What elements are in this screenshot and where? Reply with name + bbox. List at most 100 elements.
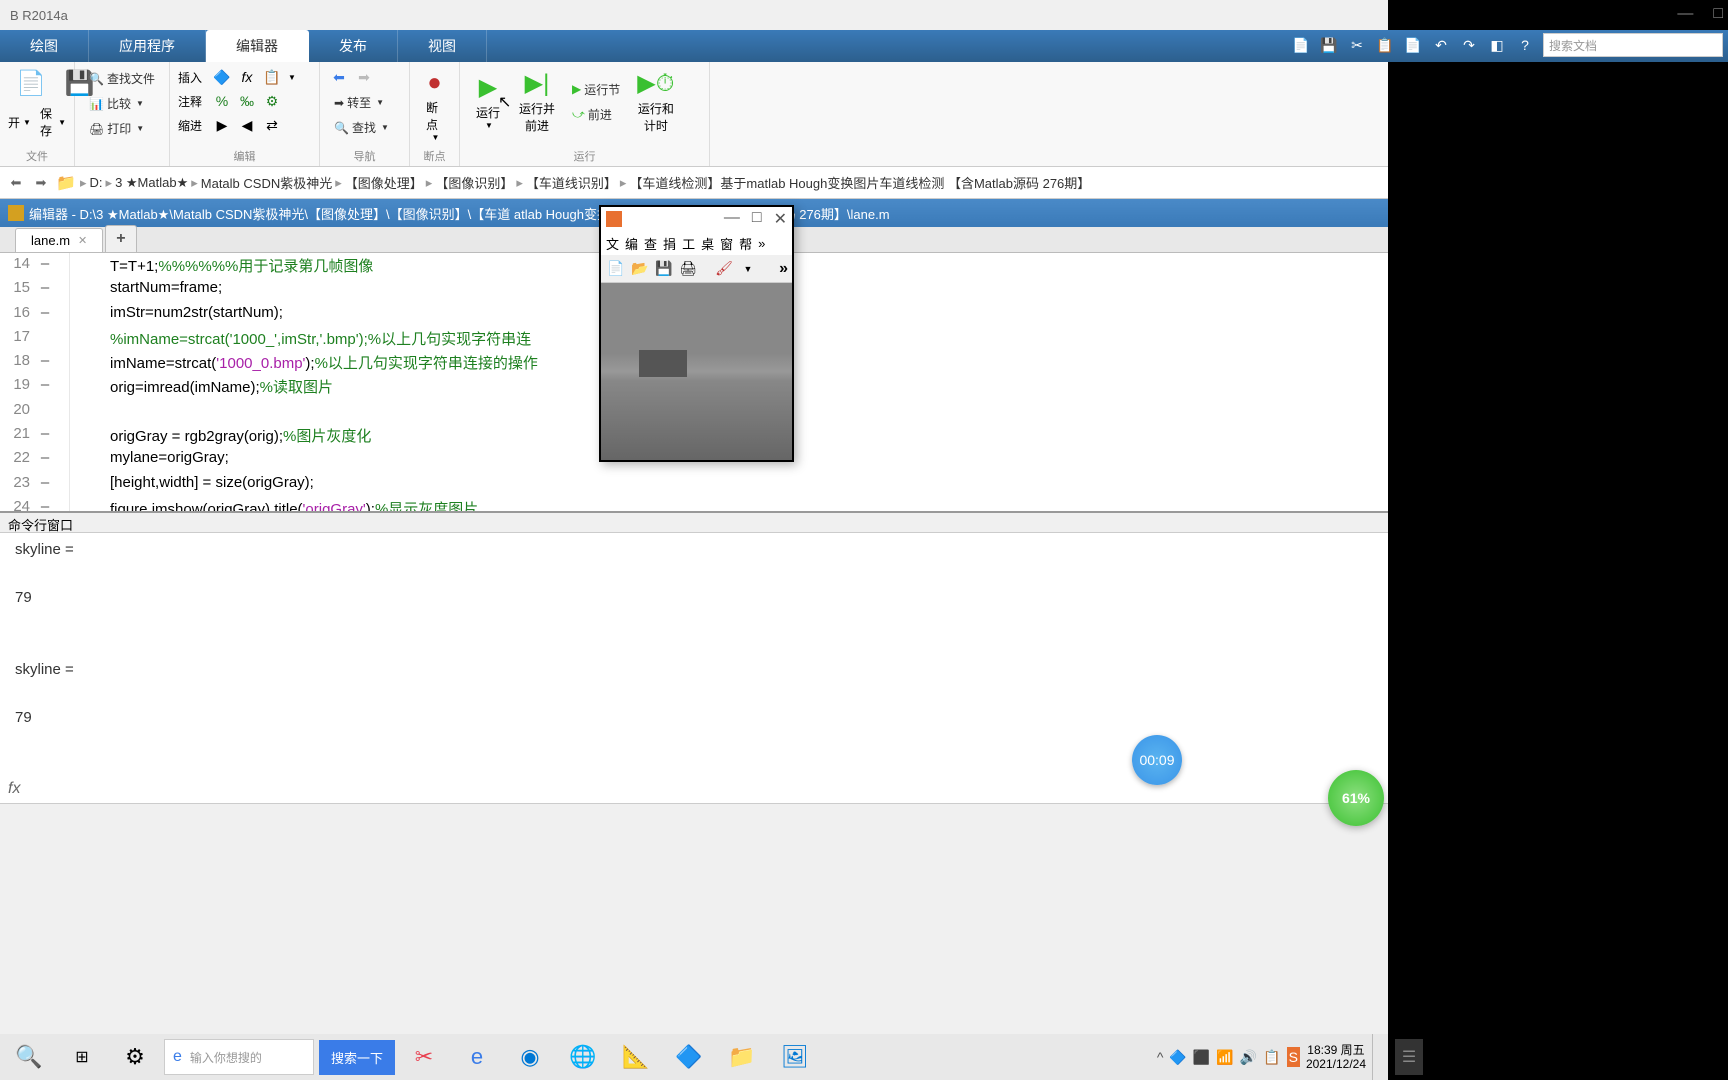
fig-menu-window[interactable]: 窗	[720, 234, 733, 253]
tray-app3-icon[interactable]: 📋	[1263, 1049, 1280, 1066]
search-tb-icon[interactable]: 🔍	[5, 1037, 53, 1077]
fig-menu-edit[interactable]: 编	[625, 234, 638, 253]
undo-icon[interactable]: ↶	[1431, 35, 1451, 55]
run-time-button[interactable]: ▶⏱运行和 计时	[629, 66, 682, 137]
print-fig-icon[interactable]: 🖨	[677, 258, 699, 280]
compare-button[interactable]: 📊比较▼	[83, 91, 161, 116]
indent-icon[interactable]: ▶	[211, 114, 233, 136]
outdent-icon[interactable]: ◀	[236, 114, 258, 136]
qa-icon-1[interactable]: 📄	[1291, 35, 1311, 55]
paste-icon[interactable]: 📄	[1403, 35, 1423, 55]
comment-icon[interactable]: %	[211, 90, 233, 112]
explorer-icon[interactable]: 📁	[718, 1037, 766, 1077]
open-fig-icon[interactable]: 📂	[629, 258, 651, 280]
copy-icon[interactable]: 📋	[1375, 35, 1395, 55]
crumb-3[interactable]: 【图像处理】	[345, 173, 423, 192]
uncomment-icon[interactable]: ‰	[236, 90, 258, 112]
folder-icon[interactable]: 📁	[55, 172, 77, 194]
run-button[interactable]: ▶运行▼	[468, 70, 508, 133]
tab-editor[interactable]: 编辑器	[206, 30, 309, 62]
percent-badge[interactable]: 61%	[1328, 770, 1384, 826]
fig-menu-desktop[interactable]: 桌	[701, 234, 714, 253]
photos-icon[interactable]: 🖼	[771, 1037, 819, 1077]
back-arrow-icon[interactable]: ⬅	[5, 172, 27, 194]
search-button[interactable]: 搜索一下	[319, 1040, 395, 1075]
edge-icon[interactable]: ◉	[506, 1037, 554, 1077]
save-icon[interactable]: 💾	[1319, 35, 1339, 55]
dropdown-icon[interactable]: ▼	[737, 258, 759, 280]
back-icon[interactable]: ⬅	[328, 66, 350, 88]
fig-menu-tools[interactable]: 工	[682, 234, 695, 253]
ie-app-icon[interactable]: e	[453, 1037, 501, 1077]
run-section-button[interactable]: ▶运行节	[566, 77, 626, 102]
taskview-icon[interactable]: ⊞	[58, 1037, 106, 1077]
figure-title-bar[interactable]: — □ ✕	[601, 207, 792, 231]
breakpoints-button[interactable]: ●断点▼	[418, 66, 451, 145]
find-files-button[interactable]: 🔍查找文件	[83, 66, 161, 91]
notification-icon[interactable]: ☰	[1395, 1039, 1423, 1075]
expand-icon[interactable]: »	[779, 260, 788, 278]
close-icon[interactable]: ✕	[78, 234, 87, 247]
wifi-icon[interactable]: 📶	[1216, 1049, 1233, 1066]
chrome-icon[interactable]: 🌐	[559, 1037, 607, 1077]
maximize-button[interactable]: □	[1713, 5, 1723, 23]
crumb-4[interactable]: 【图像识别】	[435, 173, 513, 192]
timer-badge[interactable]: 00:09	[1132, 735, 1182, 785]
cut-icon[interactable]: ✂	[1347, 35, 1367, 55]
new-fig-icon[interactable]: 📄	[605, 258, 627, 280]
advance-button[interactable]: ⤻前进	[566, 102, 626, 127]
switch-windows-icon[interactable]: ◧	[1487, 35, 1507, 55]
run-advance-button[interactable]: ▶|运行并 前进	[511, 66, 563, 137]
app-icon-6[interactable]: 🔷	[665, 1037, 713, 1077]
fig-menu-file[interactable]: 文	[606, 234, 619, 253]
obs-icon[interactable]: ⚙	[111, 1037, 159, 1077]
crumb-2[interactable]: Matalb CSDN紫极神光	[201, 173, 332, 192]
tab-view[interactable]: 视图	[398, 30, 487, 62]
save-label[interactable]: 保存	[40, 105, 55, 139]
app-icon-1[interactable]: ✂	[400, 1037, 448, 1077]
insert-1-icon[interactable]: 🔷	[211, 66, 233, 88]
fig-menu-insert[interactable]: 捐	[663, 234, 676, 253]
file-tab-lane[interactable]: lane.m ✕	[15, 228, 103, 252]
tray-app2-icon[interactable]: ⬛	[1193, 1049, 1210, 1066]
fig-menu-help[interactable]: 帮	[739, 234, 752, 253]
tab-plot[interactable]: 绘图	[0, 30, 89, 62]
figure-window[interactable]: — □ ✕ 文 编 查 捐 工 桌 窗 帮 » 📄 📂 💾 🖨 🖌 ▼ »	[599, 205, 794, 462]
crumb-6[interactable]: 【车道线检测】基于matlab Hough变换图片车道线检测 【含Matlab源…	[629, 173, 1090, 192]
crumb-1[interactable]: 3 ★Matlab★	[115, 175, 188, 191]
fig-menu-view[interactable]: 查	[644, 234, 657, 253]
taskbar-search[interactable]: e 输入你想搜的	[164, 1039, 314, 1075]
tab-publish[interactable]: 发布	[309, 30, 398, 62]
add-tab-button[interactable]: +	[105, 225, 136, 252]
matlab-icon[interactable]: 📐	[612, 1037, 660, 1077]
clock[interactable]: 18:39 周五 2021/12/24	[1306, 1043, 1366, 1072]
print-button[interactable]: 🖨打印▼	[83, 116, 161, 141]
redo-icon[interactable]: ↷	[1459, 35, 1479, 55]
goto-button[interactable]: ➡转至▼	[328, 90, 401, 115]
volume-icon[interactable]: 🔊	[1240, 1049, 1257, 1066]
brush-icon[interactable]: 🖌	[713, 258, 735, 280]
minimize-button[interactable]: —	[1677, 5, 1693, 23]
crumb-d[interactable]: D:	[90, 175, 103, 190]
forward-arrow-icon[interactable]: ➡	[30, 172, 52, 194]
minimize-icon[interactable]: —	[724, 209, 740, 229]
new-button[interactable]: 📄	[8, 66, 54, 103]
forward-icon[interactable]: ➡	[353, 66, 375, 88]
fig-menu-more[interactable]: »	[758, 236, 765, 251]
show-desktop[interactable]	[1372, 1034, 1380, 1080]
close-icon[interactable]: ✕	[774, 209, 787, 229]
open-label[interactable]: 开	[8, 114, 20, 131]
ime-icon[interactable]: S	[1287, 1047, 1300, 1067]
tab-apps[interactable]: 应用程序	[89, 30, 206, 62]
fx-icon[interactable]: fx	[236, 66, 258, 88]
save-fig-icon[interactable]: 💾	[653, 258, 675, 280]
find-button[interactable]: 🔍查找▼	[328, 115, 401, 140]
help-icon[interactable]: ?	[1515, 35, 1535, 55]
tray-app-icon[interactable]: 🔷	[1169, 1049, 1186, 1066]
crumb-5[interactable]: 【车道线识别】	[526, 173, 617, 192]
insert-3-icon[interactable]: 📋	[261, 66, 283, 88]
wrap-comment-icon[interactable]: ⚙	[261, 90, 283, 112]
maximize-icon[interactable]: □	[752, 209, 762, 229]
search-docs-input[interactable]: 搜索文档	[1543, 33, 1723, 57]
tray-up-icon[interactable]: ^	[1157, 1049, 1164, 1065]
